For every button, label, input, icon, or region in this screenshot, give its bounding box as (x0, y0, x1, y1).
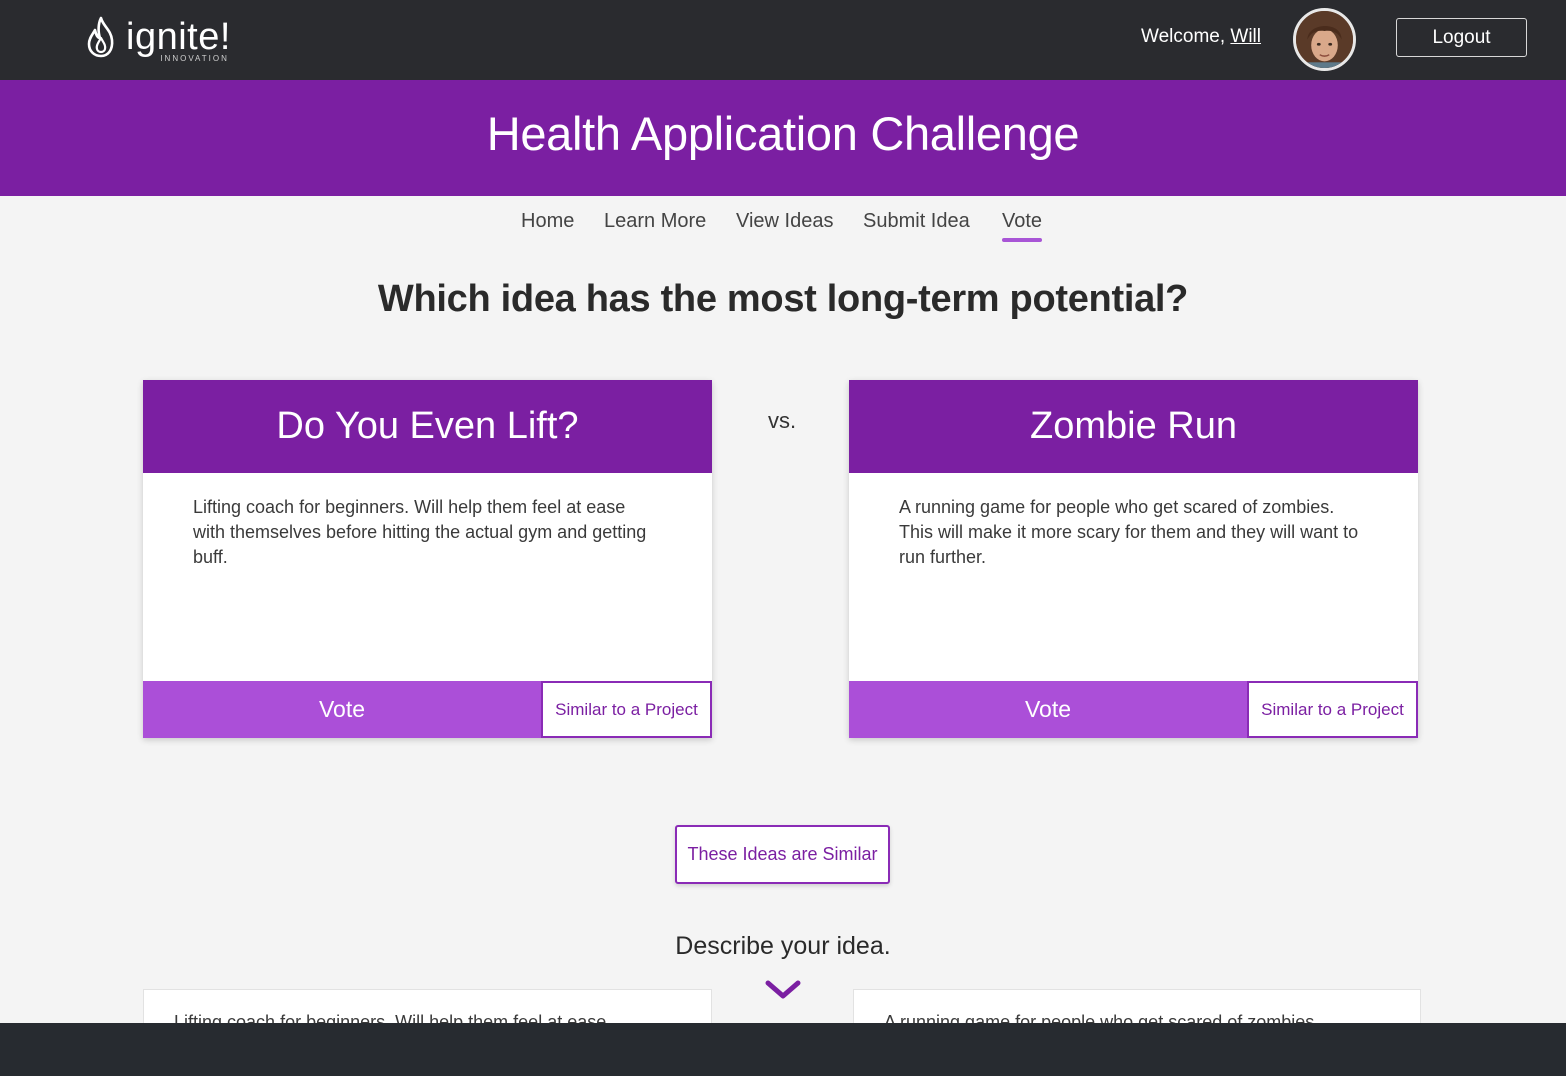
idea-card-left: Do You Even Lift? Lifting coach for begi… (143, 380, 712, 738)
page-title: Health Application Challenge (486, 107, 1080, 160)
nav-item-learn-more[interactable]: Learn More (604, 210, 706, 233)
versus-label: vs. (767, 408, 797, 433)
bottom-bar (0, 1023, 1566, 1076)
idea-card-actions: Vote Similar to a Project (849, 681, 1418, 738)
similar-to-project-button[interactable]: Similar to a Project (1247, 681, 1418, 738)
challenge-banner: Health Application Challenge (0, 80, 1566, 196)
nav-item-home[interactable]: Home (521, 210, 574, 233)
describe-heading: Describe your idea. (675, 932, 891, 960)
flame-icon (87, 16, 114, 58)
idea-description: Lifting coach for beginners. Will help t… (193, 497, 647, 567)
logout-button[interactable]: Logout (1396, 18, 1527, 57)
avatar-image (1296, 11, 1353, 68)
idea-title: Zombie Run (1030, 405, 1237, 447)
logo-text: ignite! INNOVATION (126, 14, 231, 63)
top-bar: ignite! INNOVATION Welcome, Will Logout (0, 0, 1566, 80)
brand-logo[interactable]: ignite! INNOVATION (84, 14, 231, 68)
idea-card-actions: Vote Similar to a Project (143, 681, 712, 738)
idea-card-header: Do You Even Lift? (143, 380, 712, 473)
idea-card-right: Zombie Run A running game for people who… (849, 380, 1418, 738)
nav-item-submit-idea[interactable]: Submit Idea (863, 210, 970, 233)
avatar[interactable] (1293, 8, 1356, 71)
chevron-down-icon[interactable] (764, 978, 802, 1002)
welcome-prefix: Welcome, (1141, 26, 1231, 47)
idea-title: Do You Even Lift? (276, 405, 579, 447)
nav-item-view-ideas[interactable]: View Ideas (736, 210, 833, 233)
vote-button[interactable]: Vote (143, 681, 541, 738)
challenge-nav: Home Learn More View Ideas Submit Idea V… (0, 210, 1566, 246)
vote-question: Which idea has the most long-term potent… (377, 278, 1189, 320)
welcome-message: Welcome, Will (1141, 26, 1261, 48)
logo-tagline: INNOVATION (160, 54, 229, 63)
similar-to-project-button[interactable]: Similar to a Project (541, 681, 712, 738)
vote-button[interactable]: Vote (849, 681, 1247, 738)
nav-item-vote[interactable]: Vote (1002, 210, 1043, 242)
idea-card-header: Zombie Run (849, 380, 1418, 473)
idea-description: A running game for people who get scared… (899, 497, 1359, 567)
user-name-link[interactable]: Will (1230, 26, 1261, 47)
ideas-similar-button[interactable]: These Ideas are Similar (675, 825, 890, 884)
